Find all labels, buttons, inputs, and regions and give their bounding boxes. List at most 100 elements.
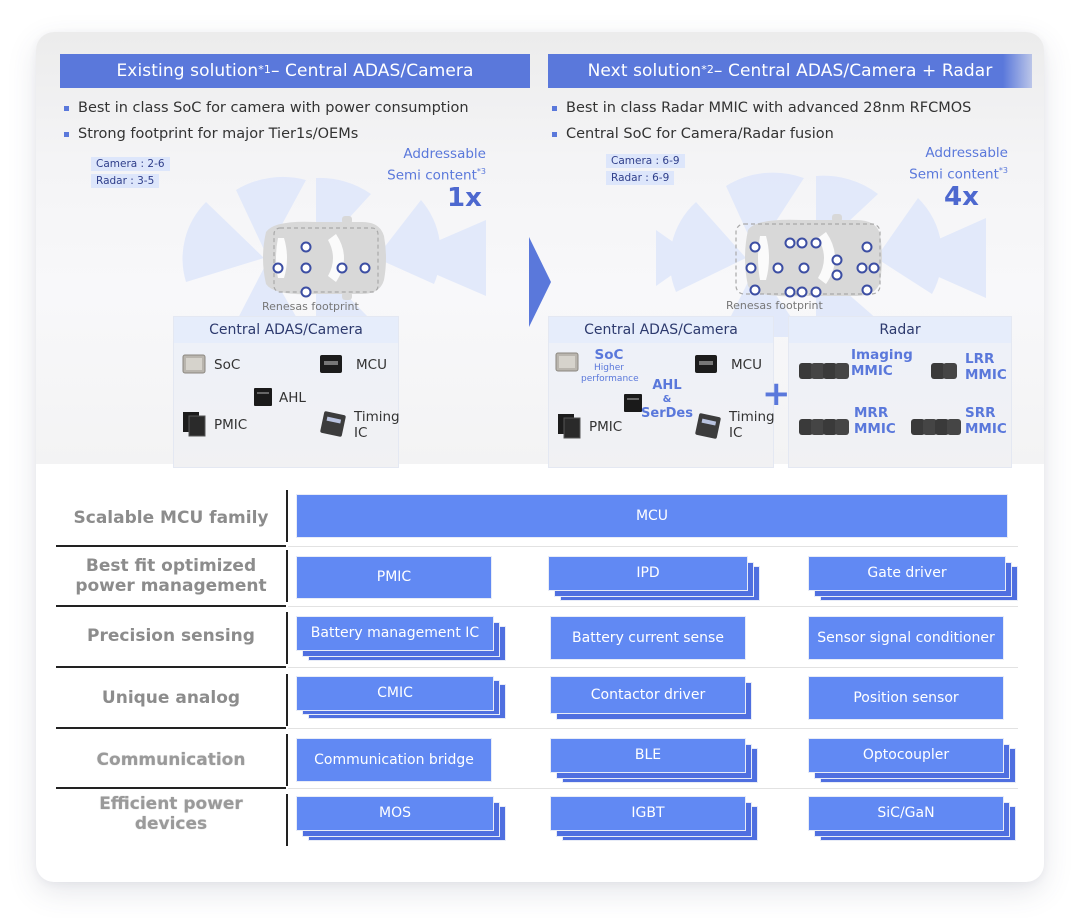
sensor-marker-icon: [861, 241, 873, 253]
row-divider-light: [288, 788, 1018, 789]
footprint-label: Renesas footprint: [726, 299, 823, 312]
srr-mmic-chips-icon: [911, 419, 961, 435]
product-box-pmic[interactable]: PMIC: [296, 556, 492, 599]
row-divider-light: [288, 606, 1018, 607]
pmic-chip-icon: [183, 412, 206, 437]
sensor-marker-icon: [856, 262, 868, 274]
header-title: Existing solution: [116, 61, 259, 81]
radar-item-line2: MMIC: [965, 367, 1007, 383]
existing-bullets: Best in class SoC for camera with power …: [60, 95, 469, 147]
radar-item-lrr: LRR MMIC: [965, 351, 1007, 383]
sensor-marker-icon: [359, 262, 371, 274]
radar-item-line1: Imaging: [851, 347, 913, 363]
product-box-sic-gan[interactable]: SiC/GaN: [808, 796, 1004, 831]
solutions-panel: Existing solution *1 – Central ADAS/Camer…: [36, 32, 1044, 468]
next-bullets: Best in class Radar MMIC with advanced 2…: [548, 95, 971, 147]
footnote-ref: *1: [258, 62, 271, 76]
radar-item-line2: MMIC: [851, 363, 893, 379]
imaging-mmic-chips-icon: [799, 363, 849, 379]
sensor-marker-icon: [749, 284, 761, 296]
row-divider: [56, 545, 286, 547]
product-box-battery-current-sense[interactable]: Battery current sense: [550, 616, 746, 660]
sensor-marker-icon: [300, 286, 312, 298]
chip-label-pmic: PMIC: [214, 417, 248, 433]
bullet-square-icon: [552, 105, 557, 111]
product-box-sensor-signal-conditioner[interactable]: Sensor signal conditioner: [808, 616, 1004, 660]
soc-label: SoC: [594, 347, 624, 363]
sensor-marker-icon: [831, 269, 843, 281]
radar-item-line2: MMIC: [854, 421, 896, 437]
block-title: Central ADAS/Camera: [549, 317, 773, 343]
sensor-marker-icon: [745, 262, 757, 274]
product-box-igbt[interactable]: IGBT: [550, 796, 746, 831]
sensor-marker-icon: [300, 262, 312, 274]
mcu-chip-icon: [695, 355, 717, 373]
chip-label-ahl: AHL: [279, 390, 306, 406]
bullet-item: Strong footprint for major Tier1s/OEMs: [60, 121, 469, 147]
radar-item-imaging: Imaging MMIC: [851, 347, 913, 379]
product-box-contactor-driver[interactable]: Contactor driver: [550, 676, 746, 714]
product-box-battery-management-ic[interactable]: Battery management IC: [296, 616, 494, 651]
bullet-item: Best in class Radar MMIC with advanced 2…: [548, 95, 971, 121]
row-label-unique-analog: Unique analog: [101, 688, 241, 708]
chip-label-mcu: MCU: [731, 357, 762, 373]
radar-item-mrr: MRR MMIC: [854, 405, 896, 437]
row-label-power-devices: Efficient power devices: [99, 794, 243, 834]
product-box-gate-driver[interactable]: Gate driver: [808, 556, 1006, 591]
footprint-label: Renesas footprint: [262, 300, 359, 313]
sensor-marker-icon: [300, 241, 312, 253]
radar-item-line1: LRR: [965, 351, 995, 367]
footnote-ref: *2: [701, 62, 714, 76]
radar-count: Radar : 3-5: [91, 174, 160, 188]
timing-ic-chip-icon: [320, 411, 346, 437]
addressable-line2: Semi content: [909, 166, 999, 183]
row-divider-vertical: [286, 612, 288, 664]
row-label-power-management: Best fit optimized power management: [75, 556, 267, 596]
row-divider-vertical: [286, 794, 288, 846]
product-box-mos[interactable]: MOS: [296, 796, 494, 831]
block-title: Central ADAS/Camera: [174, 317, 398, 343]
sensor-marker-icon: [810, 237, 822, 249]
pmic-chip-icon: [558, 414, 581, 439]
row-divider-vertical: [286, 674, 288, 726]
sensor-marker-icon: [831, 254, 843, 266]
row-label-communication: Communication: [96, 750, 246, 770]
ahl-label: AHL: [652, 378, 682, 393]
slide-card: Existing solution *1 – Central ADAS/Camer…: [36, 32, 1044, 882]
product-box-position-sensor[interactable]: Position sensor: [808, 676, 1004, 720]
sensor-marker-icon: [796, 237, 808, 249]
row-divider: [56, 787, 286, 789]
radar-item-line1: MRR: [854, 405, 889, 421]
sensor-marker-icon: [784, 237, 796, 249]
next-car-coverage-diagram: [656, 172, 986, 337]
bullet-item: Central SoC for Camera/Radar fusion: [548, 121, 971, 147]
radar-block: Radar Imaging MMIC LRR MMIC MRR MMIC SRR MMI…: [788, 316, 1012, 468]
ampersand-label: &: [662, 394, 672, 405]
bullet-square-icon: [552, 131, 557, 137]
sensor-marker-icon: [336, 262, 348, 274]
coverage-sector: [669, 202, 746, 292]
product-box-cmic[interactable]: CMIC: [296, 676, 494, 711]
radar-item-srr: SRR MMIC: [965, 405, 1007, 437]
product-box-mcu[interactable]: MCU: [296, 494, 1008, 538]
addressable-line1: Addressable: [403, 146, 486, 162]
product-box-optocoupler[interactable]: Optocoupler: [808, 738, 1004, 773]
product-box-communication-bridge[interactable]: Communication bridge: [296, 738, 492, 782]
bullet-text: Best in class Radar MMIC with advanced 2…: [566, 100, 972, 116]
header-subtitle: – Central ADAS/Camera + Radar: [713, 61, 993, 81]
ahl-chip-icon: [624, 394, 642, 412]
row-label-mcu-family: Scalable MCU family: [73, 508, 269, 528]
product-box-ble[interactable]: BLE: [550, 738, 746, 773]
bullet-text: Best in class SoC for camera with power …: [78, 100, 469, 116]
sensor-marker-icon: [810, 286, 822, 298]
radar-item-line2: MMIC: [965, 421, 1007, 437]
radar-item-line1: SRR: [965, 405, 996, 421]
timing-line2: IC: [729, 425, 743, 441]
sensor-marker-icon: [749, 241, 761, 253]
row-label-precision-sensing: Precision sensing: [87, 626, 255, 646]
footnote-ref: *3: [476, 167, 486, 176]
product-box-ipd[interactable]: IPD: [548, 556, 748, 591]
mrr-mmic-chips-icon: [799, 419, 849, 435]
car-icon: [263, 216, 386, 300]
chip-label-ahl-serdes: AHL & SerDes: [641, 379, 693, 421]
